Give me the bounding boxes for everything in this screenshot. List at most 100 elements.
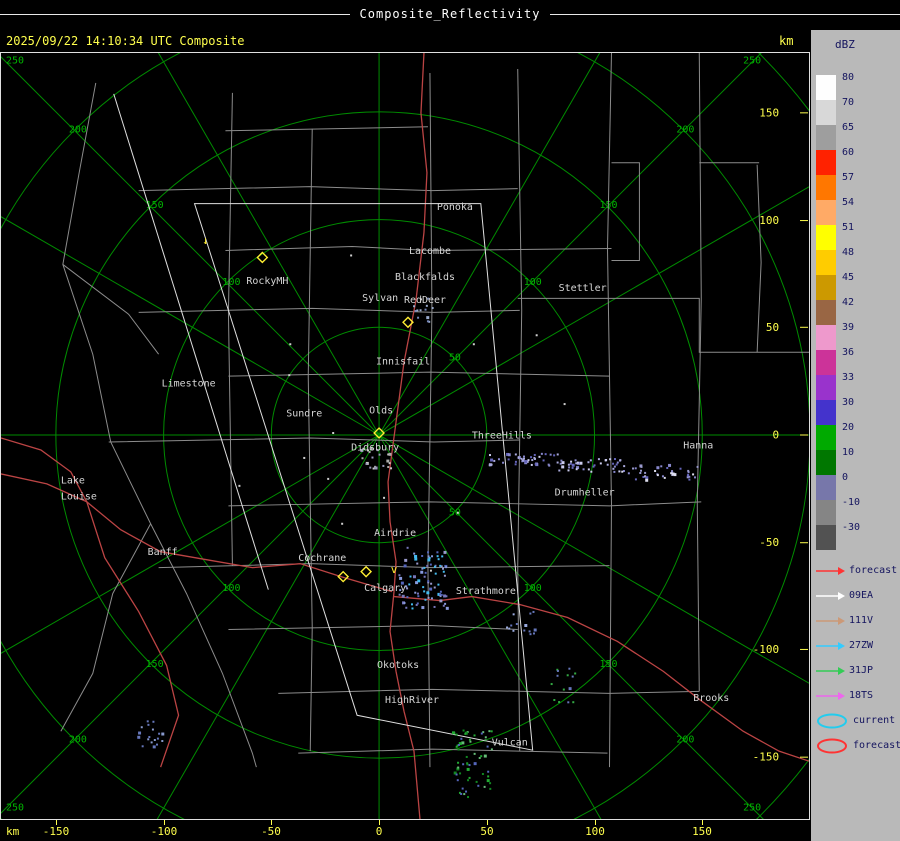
ring-label: 150 bbox=[146, 659, 164, 670]
colorbar-value: 10 bbox=[842, 447, 855, 458]
ring-label: 200 bbox=[69, 124, 87, 135]
legend-arrow-icon bbox=[816, 666, 845, 675]
colorbar-band bbox=[816, 500, 836, 525]
legend-item-current-ellipse: current bbox=[815, 708, 895, 733]
city-label-hanna: Hanna bbox=[683, 440, 713, 451]
page-title: Composite_Reflectivity bbox=[359, 7, 541, 21]
y-axis-unit: km bbox=[779, 34, 794, 48]
city-label-lacombe: Lacombe bbox=[409, 246, 451, 257]
city-label-limestone: Limestone bbox=[162, 379, 216, 390]
colorbar-band bbox=[816, 350, 836, 375]
legend-label: forecast bbox=[853, 740, 900, 751]
ring-label: 200 bbox=[676, 124, 694, 135]
city-label-olds: Olds bbox=[369, 406, 393, 417]
colorbar-value: 30 bbox=[842, 397, 855, 408]
city-label-highriver: HighRiver bbox=[385, 695, 439, 706]
colorbar-value: 65 bbox=[842, 122, 855, 133]
ring-label: 100 bbox=[524, 277, 542, 288]
colorbar-sidebar: dBZ 80 70 65 60 57 54 51 48 45 42 39 36 33 30 20 10 0 -10… bbox=[811, 30, 900, 841]
city-label-sundre: Sundre bbox=[286, 409, 322, 420]
colorbar-value: 60 bbox=[842, 147, 855, 158]
legend-item-forecast: forecast bbox=[815, 558, 897, 583]
legend-arrow-icon bbox=[816, 591, 845, 600]
colorbar-band bbox=[816, 275, 836, 300]
legend-label: 09EA bbox=[849, 590, 874, 601]
legend-item-forecast-ellipse: forecast bbox=[815, 733, 900, 758]
ring-label: 250 bbox=[6, 55, 24, 66]
city-label-vulcan: Vulcan bbox=[492, 738, 528, 749]
ring-label: 200 bbox=[69, 735, 87, 746]
radar-app-window: { "header": { "title": "Composite_Reflec… bbox=[0, 0, 900, 841]
legend-item-31JP: 31JP bbox=[815, 658, 873, 683]
colorbar-band bbox=[816, 75, 836, 100]
ring-label: 50 bbox=[449, 507, 461, 518]
radar-map[interactable]: 50 50 100 100 100 100 150 150 150 150 200 200 200 200… bbox=[0, 52, 810, 820]
city-label-rockymh: RockyMH bbox=[246, 276, 288, 287]
colorbar-band bbox=[816, 150, 836, 175]
ring-label: 150 bbox=[600, 659, 618, 670]
y-tick-label: -150 bbox=[753, 751, 779, 764]
x-tick-label: -100 bbox=[150, 825, 178, 838]
radar-site-diamond bbox=[360, 565, 373, 578]
colorbar-title: dBZ bbox=[835, 38, 855, 51]
county-boundaries bbox=[60, 53, 809, 768]
city-label-didsbury: Didsbury bbox=[351, 442, 399, 453]
ring-label: 100 bbox=[222, 583, 240, 594]
legend-label: 27ZW bbox=[849, 640, 874, 651]
colorbar-value: 0 bbox=[842, 472, 849, 483]
ring-label: 50 bbox=[449, 353, 461, 364]
coverage-overlay bbox=[113, 93, 534, 751]
colorbar-band bbox=[816, 125, 836, 150]
city-label-cochrane: Cochrane bbox=[298, 553, 346, 564]
city-label-stettler: Stettler bbox=[559, 283, 607, 294]
ring-label: 250 bbox=[743, 55, 761, 66]
legend-arrow-icon bbox=[816, 691, 845, 700]
colorbar-value: -30 bbox=[842, 522, 861, 533]
city-label-airdrie: Airdrie bbox=[374, 528, 416, 539]
colorbar-value: -10 bbox=[842, 497, 861, 508]
city-label-okotoks: Okotoks bbox=[377, 660, 419, 671]
colorbar-band bbox=[816, 100, 836, 125]
legend-label: 18TS bbox=[849, 690, 874, 701]
city-label-sylvan: Sylvan bbox=[362, 293, 398, 304]
y-tick-label: 50 bbox=[766, 321, 779, 334]
x-tick-label: 50 bbox=[480, 825, 494, 838]
city-label-louise: Louise bbox=[61, 491, 97, 502]
y-tick-label: 150 bbox=[759, 106, 779, 119]
legend-label: 111V bbox=[849, 615, 874, 626]
title-rule-right bbox=[550, 13, 900, 15]
legend-item-111V: 111V bbox=[815, 608, 873, 633]
colorbar-band bbox=[816, 525, 836, 550]
colorbar-band bbox=[816, 450, 836, 475]
radar-map-canvas[interactable]: 5050100100100100150150150150200200200200… bbox=[1, 53, 809, 819]
y-tick-label: -100 bbox=[753, 643, 779, 656]
colorbar-value: 20 bbox=[842, 422, 855, 433]
legend-item-27ZW: 27ZW bbox=[815, 633, 873, 658]
x-tick-label: -50 bbox=[261, 825, 281, 838]
colorbar-band bbox=[816, 200, 836, 225]
legend-ellipse-icon bbox=[817, 738, 847, 753]
colorbar-value: 36 bbox=[842, 347, 855, 358]
legend-label: forecast bbox=[849, 565, 898, 576]
legend-ellipse-icon bbox=[817, 713, 847, 728]
colorbar-band bbox=[816, 225, 836, 250]
y-tick-label: 0 bbox=[772, 429, 779, 442]
colorbar-value: 42 bbox=[842, 297, 855, 308]
colorbar-band bbox=[816, 375, 836, 400]
ring-label: 250 bbox=[6, 803, 24, 814]
city-label-innisfail: Innisfail bbox=[376, 357, 430, 368]
sub-bar: 2025/09/22 14:10:34 UTC Composite km bbox=[0, 28, 810, 52]
colorbar-band bbox=[816, 475, 836, 500]
city-label-reddeer: RedDeer bbox=[404, 295, 446, 306]
colorbar-value: 39 bbox=[842, 322, 855, 333]
colorbar-value: 80 bbox=[842, 72, 855, 83]
colorbar-value: 70 bbox=[842, 97, 855, 108]
city-label-drumheller: Drumheller bbox=[555, 487, 615, 498]
city-label-threehills: ThreeHills bbox=[472, 431, 532, 442]
colorbar-band bbox=[816, 425, 836, 450]
colorbar-band bbox=[816, 400, 836, 425]
ring-label: 100 bbox=[222, 277, 240, 288]
city-label-blackfalds: Blackfalds bbox=[395, 272, 455, 283]
colorbar-value: 48 bbox=[842, 247, 855, 258]
colorbar-band bbox=[816, 250, 836, 275]
